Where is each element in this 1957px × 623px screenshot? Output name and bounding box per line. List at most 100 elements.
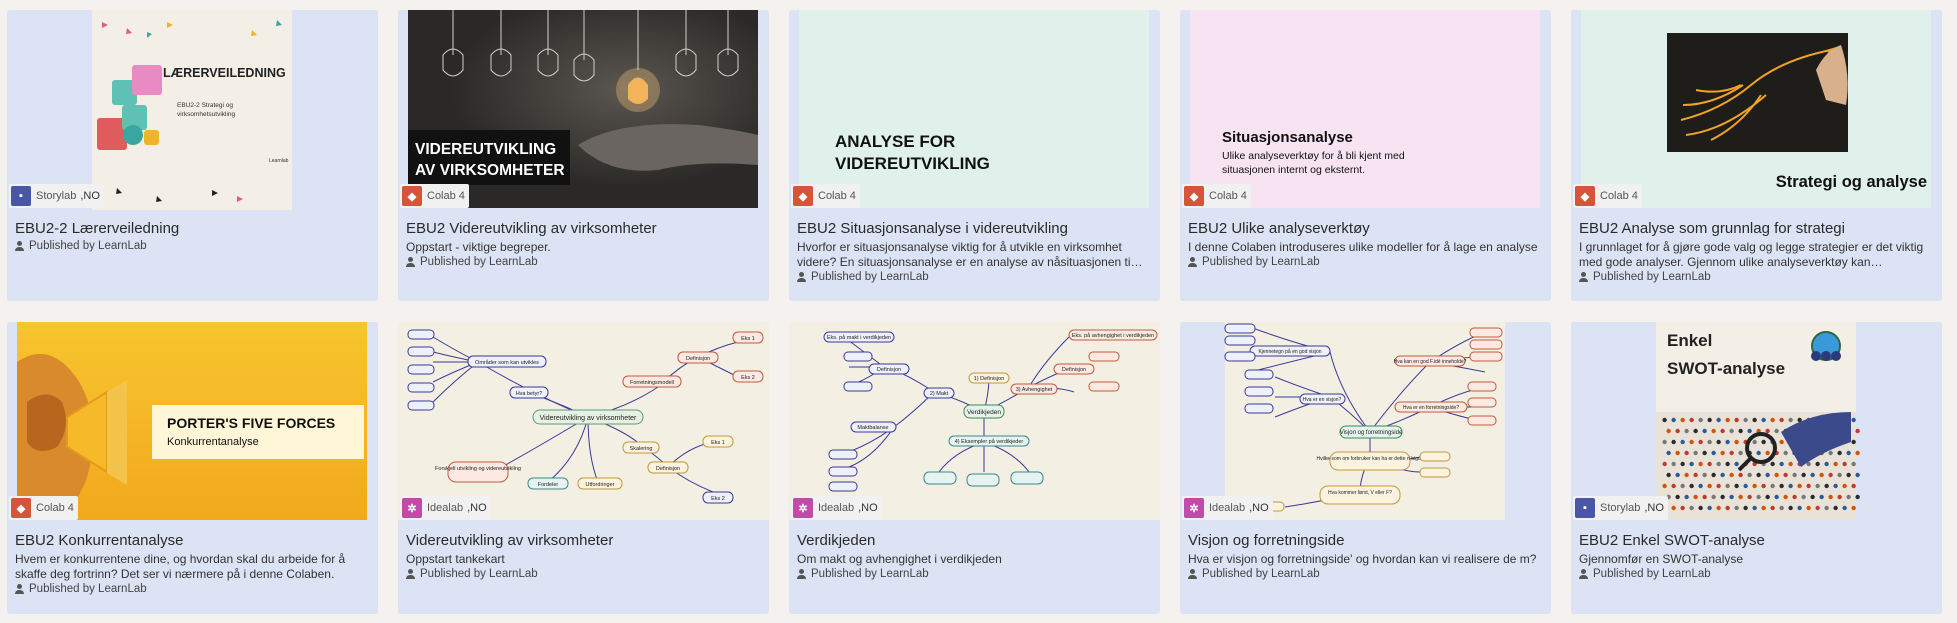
person-icon bbox=[406, 257, 415, 267]
thumb-heading: Situasjonsanalyse bbox=[1222, 129, 1353, 146]
published-label: Published by LearnLab bbox=[29, 583, 147, 595]
thumbnail-art: LÆRERVEILEDNING EBU2-2 Strategi og virks… bbox=[92, 10, 292, 210]
person-icon bbox=[1579, 272, 1588, 282]
node-2: Hva betyr? bbox=[516, 391, 543, 397]
card-oppstart-tankekart[interactable]: Videreutvikling av virksomheter Områder … bbox=[398, 322, 769, 614]
lab-tag: ◆ Colab 4 bbox=[1182, 184, 1251, 208]
node-10: Skalering bbox=[630, 446, 653, 452]
card-title[interactable]: EBU2 Konkurrentanalyse bbox=[15, 531, 370, 550]
card-situasjonsanalyse[interactable]: ANALYSE FOR VIDEREUTVIKLING ◆ Colab 4 EB… bbox=[789, 10, 1160, 301]
card-konkurrentanalyse[interactable]: PORTER'S FIVE FORCES Konkurrentanalyse ◆… bbox=[7, 322, 378, 614]
thumb-line1: Enkel bbox=[1667, 331, 1712, 350]
card-analyse-strategi[interactable]: Strategi og analyse ◆ Colab 4 EBU2 Analy… bbox=[1571, 10, 1942, 301]
thumb-sub1: Konkurrentanalyse bbox=[167, 436, 259, 448]
lab-tag: ▪ Storylab ,NO bbox=[1573, 496, 1668, 520]
tag-lang: ,NO bbox=[80, 190, 100, 202]
storylab-icon: ▪ bbox=[1575, 498, 1595, 518]
card-thumbnail: ANALYSE FOR VIDEREUTVIKLING ◆ Colab 4 bbox=[789, 10, 1160, 210]
lab-tag: ◆ Colab 4 bbox=[791, 184, 860, 208]
node-3: 2) Makt bbox=[930, 391, 949, 397]
person-icon bbox=[797, 569, 806, 579]
card-title[interactable]: EBU2 Enkel SWOT-analyse bbox=[1579, 531, 1934, 550]
node-12: Eks 1 bbox=[711, 440, 725, 446]
tag-label: Idealab bbox=[818, 502, 855, 514]
card-thumbnail: Enkel SWOT-analyse ▪ Storylab ,NO bbox=[1571, 322, 1942, 522]
card-analyseverktoy[interactable]: Situasjonsanalyse Ulike analyseverktøy f… bbox=[1180, 10, 1551, 301]
card-description: Hva er visjon og forretningside' og hvor… bbox=[1188, 552, 1537, 566]
card-visjon-forretningside[interactable]: Visjon og forretningside Kjennetegn på e… bbox=[1180, 322, 1551, 614]
card-title[interactable]: EBU2 Analyse som grunnlag for strategi bbox=[1579, 219, 1934, 238]
node-5: 3) Avhengighet bbox=[1016, 387, 1053, 393]
tag-label: Colab 4 bbox=[1600, 190, 1638, 202]
thumb-sub1: Ulike analyseverktøy for å bli kjent med bbox=[1222, 150, 1405, 162]
tag-lang: ,NO bbox=[1644, 502, 1664, 514]
card-description: I denne Colaben introduseres ulike model… bbox=[1188, 240, 1538, 254]
thumb-line2: SWOT-analyse bbox=[1667, 359, 1785, 378]
card-description: Hvem er konkurrentene dine, og hvordan s… bbox=[15, 552, 346, 581]
thumb-sub2: virksomhetsutvikling bbox=[177, 111, 236, 118]
card-thumbnail: Verdikjeden Eks. på makt i verdikjeden D… bbox=[789, 322, 1160, 522]
node-9: Maktbalanse bbox=[857, 425, 888, 431]
card-description: Hvorfor er situasjonsanalyse viktig for … bbox=[797, 240, 1143, 269]
node-5: Hvilke som om forbruker kan ha er dette … bbox=[1317, 456, 1424, 462]
thumb-sub1: EBU2-2 Strategi og bbox=[177, 102, 233, 109]
node-1: Områder som kan utvikles bbox=[475, 359, 539, 366]
card-thumbnail: PORTER'S FIVE FORCES Konkurrentanalyse ◆… bbox=[7, 322, 378, 522]
card-thumbnail: LÆRERVEILEDNING EBU2-2 Strategi og virks… bbox=[7, 10, 378, 210]
card-verdikjeden[interactable]: Verdikjeden Eks. på makt i verdikjeden D… bbox=[789, 322, 1160, 614]
lab-tag: ✲ Idealab ,NO bbox=[1182, 496, 1273, 520]
thumbnail-art: Strategi og analyse bbox=[1581, 10, 1931, 208]
thumbnail-art: Verdikjeden Eks. på makt i verdikjeden D… bbox=[789, 322, 1160, 520]
card-description: Oppstart tankekart bbox=[406, 552, 505, 566]
thumbnail-art: Visjon og forretningside Kjennetegn på e… bbox=[1224, 322, 1505, 520]
published-by: Published by LearnLab bbox=[1188, 568, 1543, 580]
card-title[interactable]: EBU2 Situasjonsanalyse i videreutvikling bbox=[797, 219, 1152, 238]
tag-lang: ,NO bbox=[467, 502, 487, 514]
person-icon bbox=[15, 584, 24, 594]
lab-tag: ✲ Idealab ,NO bbox=[791, 496, 882, 520]
node-4: Hva er en forretningside? bbox=[1403, 405, 1459, 411]
node-6: Hva kommer først, V eller F? bbox=[1328, 490, 1392, 496]
card-laererveiledning[interactable]: LÆRERVEILEDNING EBU2-2 Strategi og virks… bbox=[7, 10, 378, 301]
card-title[interactable]: EBU2-2 Lærerveiledning bbox=[15, 219, 370, 238]
node-2: Hva er en visjon? bbox=[1303, 397, 1342, 403]
colab-icon: ◆ bbox=[1575, 186, 1595, 206]
card-videreutvikling[interactable]: VIDEREUTVIKLING AV VIRKSOMHETER ◆ Colab … bbox=[398, 10, 769, 301]
colab-icon: ◆ bbox=[793, 186, 813, 206]
tag-label: Colab 4 bbox=[427, 190, 465, 202]
node-5: Eks 1 bbox=[741, 336, 755, 342]
published-by: Published by LearnLab bbox=[1188, 256, 1543, 268]
person-icon bbox=[15, 241, 24, 251]
node-6: Eks 2 bbox=[741, 375, 755, 381]
thumb-center: Verdikjeden bbox=[967, 409, 1001, 416]
card-title[interactable]: Visjon og forretningside bbox=[1188, 531, 1543, 550]
card-description: Gjennomfør en SWOT-analyse bbox=[1579, 552, 1744, 566]
idealab-icon: ✲ bbox=[402, 498, 422, 518]
node-9: Utfordringer bbox=[585, 482, 614, 488]
card-thumbnail: VIDEREUTVIKLING AV VIRKSOMHETER ◆ Colab … bbox=[398, 10, 769, 210]
lab-tag: ◆ Colab 4 bbox=[9, 496, 78, 520]
card-title[interactable]: Verdikjeden bbox=[797, 531, 1152, 550]
thumb-sub2: situasjonen internt og eksternt. bbox=[1222, 164, 1365, 176]
published-label: Published by LearnLab bbox=[1593, 271, 1711, 283]
node-7: Forskjell utvikling og videreutvikling bbox=[435, 466, 521, 472]
node-8: Fordeler bbox=[538, 482, 559, 488]
published-by: Published by LearnLab bbox=[797, 271, 1152, 283]
lab-tag: ◆ Colab 4 bbox=[1573, 184, 1642, 208]
card-title[interactable]: Videreutvikling av virksomheter bbox=[406, 531, 761, 550]
tag-label: Storylab bbox=[36, 190, 77, 202]
card-title[interactable]: EBU2 Ulike analyseverktøy bbox=[1188, 219, 1543, 238]
thumbnail-art: Enkel SWOT-analyse bbox=[1656, 322, 1860, 520]
card-thumbnail: Videreutvikling av virksomheter Områder … bbox=[398, 322, 769, 522]
thumb-line2: VIDEREUTVIKLING bbox=[835, 154, 990, 173]
tag-label: Colab 4 bbox=[36, 502, 74, 514]
tag-label: Idealab bbox=[1209, 502, 1246, 514]
thumb-line1: VIDEREUTVIKLING bbox=[415, 141, 556, 158]
node-11: Definisjon bbox=[656, 466, 680, 472]
card-swot[interactable]: Enkel SWOT-analyse ▪ Storylab ,NO EBU2 E… bbox=[1571, 322, 1942, 614]
node-3: Forretningsmodell bbox=[630, 380, 674, 386]
card-title[interactable]: EBU2 Videreutvikling av virksomheter bbox=[406, 219, 761, 238]
thumb-heading: Strategi og analyse bbox=[1776, 173, 1927, 191]
card-grid: LÆRERVEILEDNING EBU2-2 Strategi og virks… bbox=[0, 0, 1957, 623]
card-description: Oppstart - viktige begreper. bbox=[406, 240, 551, 254]
